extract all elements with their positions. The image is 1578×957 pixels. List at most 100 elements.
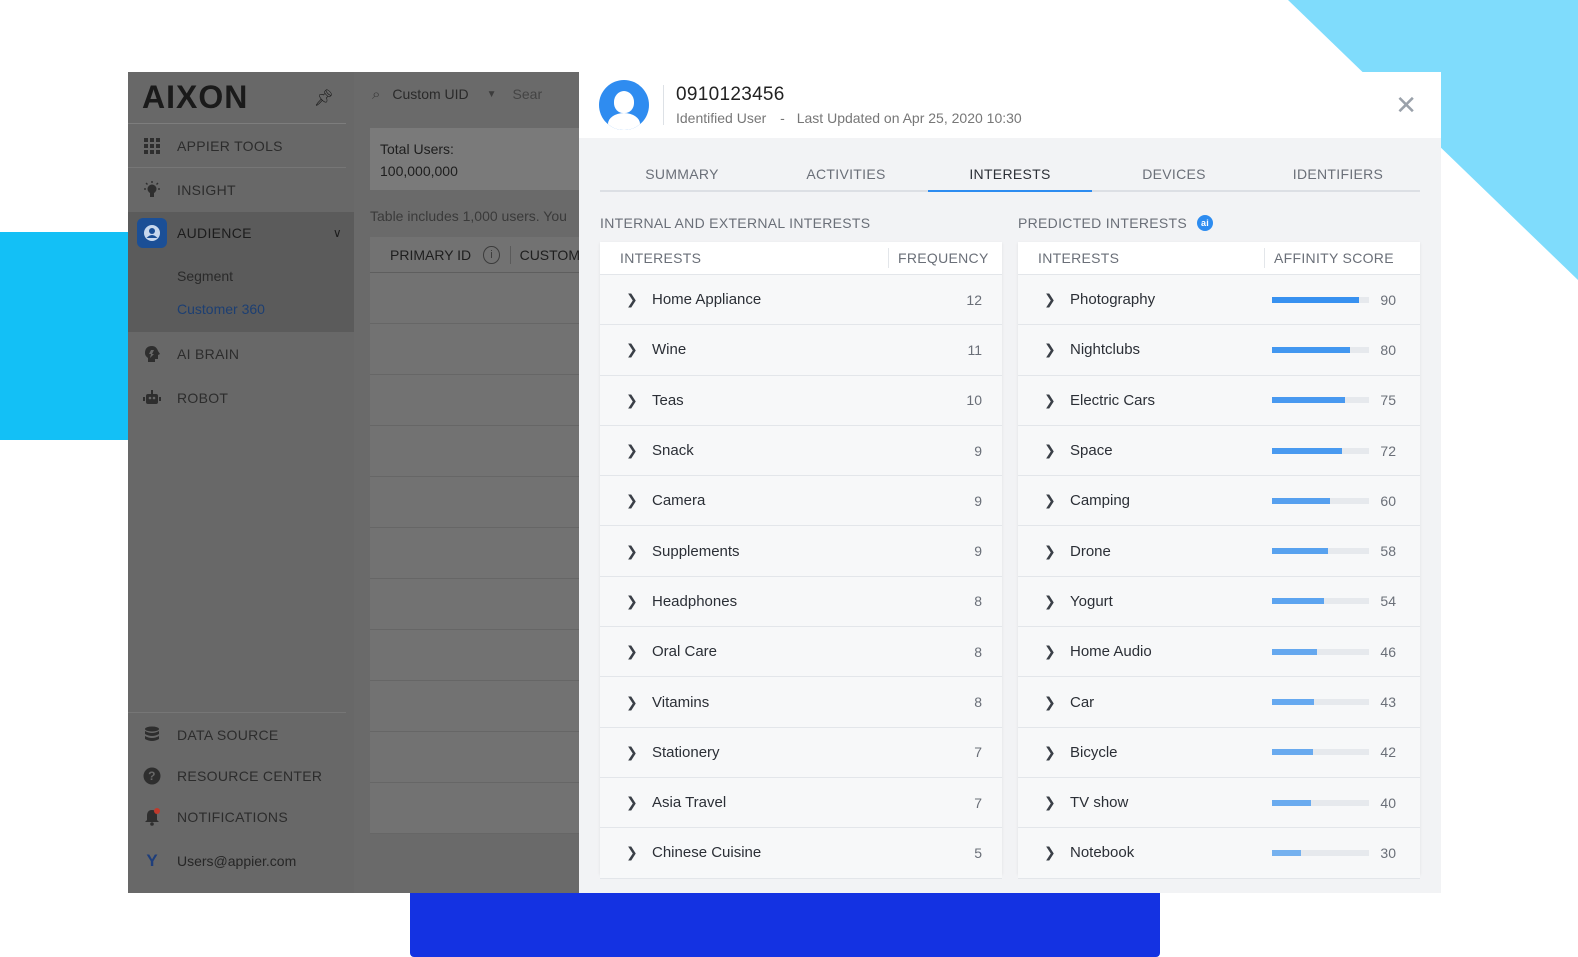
column-affinity-score[interactable]: AFFINITY SCORE [1264, 248, 1420, 268]
pin-icon[interactable]: 📌︎ [314, 88, 334, 108]
chevron-right-icon[interactable]: ❯ [626, 844, 640, 861]
list-item[interactable]: ❯ Photography 90 [1018, 275, 1420, 326]
internal-interests-header: INTERESTS FREQUENCY [600, 242, 1002, 275]
table-row[interactable] [370, 426, 580, 477]
sidebar-item-resource-center[interactable]: ? RESOURCE CENTER [128, 757, 346, 795]
user-account[interactable]: Y Users@appier.com [128, 839, 346, 883]
list-item[interactable]: ❯ Camping 60 [1018, 476, 1420, 527]
ai-badge-icon[interactable]: ai [1197, 215, 1214, 231]
list-item[interactable]: ❯ Car 43 [1018, 677, 1420, 728]
chevron-right-icon[interactable]: ❯ [626, 694, 640, 711]
list-item[interactable]: ❯ Nightclubs 80 [1018, 325, 1420, 376]
chevron-right-icon[interactable]: ❯ [626, 593, 640, 610]
sidebar-bottom: DATA SOURCE ? RESOURCE CENTER NOTIFICATI… [128, 712, 346, 883]
sidebar-item-data-source[interactable]: DATA SOURCE [128, 713, 346, 757]
sidebar-item-label: NOTIFICATIONS [177, 809, 288, 825]
list-item[interactable]: ❯ Chinese Cuisine 5 [600, 828, 1002, 879]
list-item[interactable]: ❯ Vitamins 8 [600, 677, 1002, 728]
chevron-right-icon[interactable]: ❯ [626, 291, 640, 308]
list-item[interactable]: ❯ Electric Cars 75 [1018, 375, 1420, 426]
interest-name: Chinese Cuisine [652, 844, 762, 862]
list-item[interactable]: ❯ Home Audio 46 [1018, 627, 1420, 678]
sidebar-item-audience[interactable]: AUDIENCE ∨ [128, 212, 354, 254]
search-bar[interactable]: ⌕ Custom UID ▼ Sear [372, 78, 580, 110]
chevron-right-icon[interactable]: ❯ [1044, 643, 1058, 660]
list-item[interactable]: ❯ Notebook 30 [1018, 828, 1420, 879]
table-row[interactable] [370, 579, 580, 630]
chevron-right-icon[interactable]: ❯ [1044, 694, 1058, 711]
chevron-right-icon[interactable]: ❯ [1044, 744, 1058, 761]
info-icon[interactable]: i [483, 245, 500, 264]
list-item[interactable]: ❯ Headphones 8 [600, 576, 1002, 628]
table-row[interactable] [370, 375, 580, 426]
search-input[interactable]: Sear [513, 86, 543, 102]
tab-interests[interactable]: INTERESTS [928, 158, 1092, 192]
list-item[interactable]: ❯ Drone 58 [1018, 526, 1420, 577]
table-row[interactable] [370, 324, 580, 375]
submenu-item-segment[interactable]: Segment [128, 260, 354, 293]
chevron-right-icon[interactable]: ❯ [626, 794, 640, 811]
chevron-right-icon[interactable]: ❯ [1044, 794, 1058, 811]
chevron-right-icon[interactable]: ❯ [626, 643, 640, 660]
table-row[interactable] [370, 273, 580, 324]
tab-activities[interactable]: ACTIVITIES [764, 158, 928, 190]
chevron-right-icon[interactable]: ❯ [1044, 392, 1058, 409]
column-frequency[interactable]: FREQUENCY [888, 248, 1002, 268]
close-icon[interactable]: ✕ [1395, 92, 1417, 118]
chevron-right-icon[interactable]: ❯ [626, 341, 640, 358]
list-item[interactable]: ❯ Yogurt 54 [1018, 576, 1420, 628]
table-row[interactable] [370, 630, 580, 681]
predicted-interests-list: ❯ Photography 90 ❯ Nightclubs 80 ❯ Electric Car… [1018, 275, 1420, 879]
table-row[interactable] [370, 528, 580, 579]
list-item[interactable]: ❯ Stationery 7 [600, 727, 1002, 778]
table-row[interactable] [370, 732, 580, 783]
svg-text:?: ? [148, 769, 156, 783]
list-item[interactable]: ❯ Supplements 9 [600, 526, 1002, 577]
tab-devices[interactable]: DEVICES [1092, 158, 1256, 190]
sidebar-item-appier-tools[interactable]: APPIER TOOLS [128, 124, 346, 168]
sidebar-item-ai-brain[interactable]: AI BRAIN [128, 332, 354, 376]
chevron-right-icon[interactable]: ❯ [1044, 844, 1058, 861]
submenu-item-customer-360[interactable]: Customer 360 [128, 293, 354, 326]
sidebar-item-robot[interactable]: ROBOT [128, 376, 354, 420]
table-row[interactable] [370, 477, 580, 528]
list-item[interactable]: ❯ Camera 9 [600, 476, 1002, 527]
column-interests[interactable]: INTERESTS [600, 250, 888, 266]
list-item[interactable]: ❯ Bicycle 42 [1018, 727, 1420, 778]
column-interests[interactable]: INTERESTS [1018, 250, 1264, 266]
table-row[interactable] [370, 783, 580, 834]
sidebar-item-insight[interactable]: INSIGHT [128, 168, 354, 212]
affinity-bar [1272, 397, 1369, 404]
chevron-right-icon[interactable]: ❯ [1044, 543, 1058, 560]
chevron-right-icon[interactable]: ❯ [1044, 442, 1058, 459]
list-item[interactable]: ❯ TV show 40 [1018, 777, 1420, 829]
caret-down-icon[interactable]: ▼ [487, 89, 497, 100]
column-primary-id[interactable]: PRIMARY ID [390, 247, 471, 263]
chevron-right-icon[interactable]: ❯ [1044, 291, 1058, 308]
tab-summary[interactable]: SUMMARY [600, 158, 764, 190]
sidebar-item-notifications[interactable]: NOTIFICATIONS [128, 795, 346, 839]
list-item[interactable]: ❯ Snack 9 [600, 425, 1002, 477]
search-type-select[interactable]: Custom UID [392, 86, 468, 102]
grid-icon [142, 136, 162, 156]
chevron-right-icon[interactable]: ❯ [626, 442, 640, 459]
chevron-right-icon[interactable]: ❯ [1044, 492, 1058, 509]
list-item[interactable]: ❯ Home Appliance 12 [600, 275, 1002, 326]
chevron-right-icon[interactable]: ❯ [1044, 593, 1058, 610]
list-item[interactable]: ❯ Asia Travel 7 [600, 777, 1002, 829]
tab-identifiers[interactable]: IDENTIFIERS [1256, 158, 1420, 190]
chevron-right-icon[interactable]: ❯ [626, 543, 640, 560]
list-item[interactable]: ❯ Oral Care 8 [600, 627, 1002, 678]
list-item[interactable]: ❯ Teas 10 [600, 375, 1002, 426]
list-item[interactable]: ❯ Space 72 [1018, 425, 1420, 477]
users-table: PRIMARY ID i CUSTOM [370, 237, 580, 834]
chevron-right-icon[interactable]: ❯ [626, 492, 640, 509]
chevron-right-icon[interactable]: ❯ [626, 392, 640, 409]
column-custom[interactable]: CUSTOM [520, 247, 580, 263]
table-row[interactable] [370, 681, 580, 732]
chevron-right-icon[interactable]: ❯ [626, 744, 640, 761]
list-item[interactable]: ❯ Wine 11 [600, 325, 1002, 376]
interest-name: Space [1070, 442, 1113, 460]
chevron-right-icon[interactable]: ❯ [1044, 341, 1058, 358]
interest-name: Drone [1070, 542, 1111, 560]
